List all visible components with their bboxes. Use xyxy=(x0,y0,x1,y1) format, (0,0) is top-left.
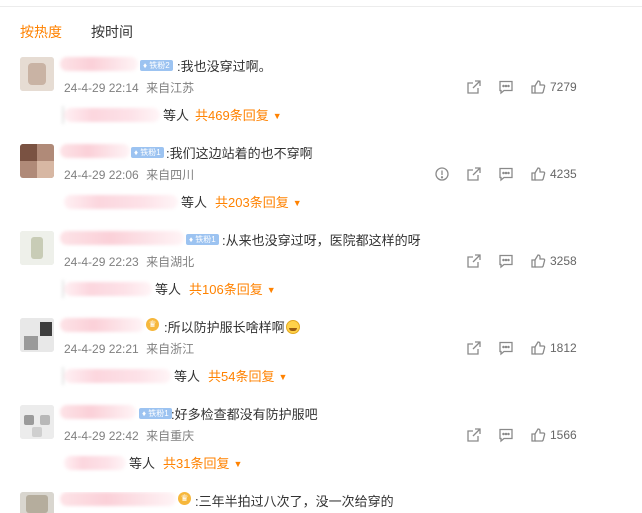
fan-badge[interactable]: ♦ 铁粉2 xyxy=(140,60,173,71)
tab-sort-by-time[interactable]: 按时间 xyxy=(91,22,133,42)
comment-actions: 7279 xyxy=(380,79,620,95)
report-icon[interactable] xyxy=(434,166,450,182)
comment-time: 24-4-29 22:21 xyxy=(64,342,139,356)
caret-down-icon: ▼ xyxy=(233,459,243,469)
like-count: 7279 xyxy=(550,80,577,94)
like-icon[interactable] xyxy=(530,340,546,356)
comment-location: 来自四川 xyxy=(146,168,195,182)
replier-blurred xyxy=(62,367,171,385)
caret-down-icon: ▼ xyxy=(278,372,288,382)
view-replies-link[interactable]: 共106条回复 ▼ xyxy=(189,279,276,298)
comment-location: 来自江苏 xyxy=(146,81,195,95)
crown-badge-icon[interactable]: ♛ xyxy=(146,318,159,331)
comment-text: :三年半拍过八次了，没一次给穿的 xyxy=(195,494,394,509)
top-divider xyxy=(0,6,642,7)
like-icon[interactable] xyxy=(530,253,546,269)
reply-suffix: 等人 xyxy=(174,369,201,384)
like-icon[interactable] xyxy=(530,166,546,182)
username-blurred[interactable] xyxy=(60,57,138,71)
like-icon[interactable] xyxy=(530,427,546,443)
comment-item: ♦ 铁粉1 :我们这边站着的也不穿啊 24-4-29 22:06 来自四川 42… xyxy=(0,144,642,228)
like-icon[interactable] xyxy=(530,79,546,95)
comment-time: 24-4-29 22:14 xyxy=(64,81,139,95)
comment-time: 24-4-29 22:23 xyxy=(64,255,139,269)
comment-text: :我们这边站着的也不穿啊 xyxy=(166,146,313,161)
comment-actions: 1812 xyxy=(380,340,620,356)
caret-down-icon: ▼ xyxy=(266,285,276,295)
fan-badge[interactable]: ♦ 铁粉1 xyxy=(131,147,164,158)
fan-badge[interactable]: ♦ 铁粉1 xyxy=(139,408,172,419)
comment-time: 24-4-29 22:42 xyxy=(64,429,139,443)
comment-meta: 24-4-29 22:42 来自重庆 xyxy=(64,427,198,444)
comment-actions: 4235 xyxy=(380,166,620,182)
view-replies-link[interactable]: 共203条回复 ▼ xyxy=(215,192,302,211)
comment-location: 来自湖北 xyxy=(146,255,195,269)
comment-text: :从来也没穿过呀，医院都这样的呀 xyxy=(222,233,421,248)
share-icon[interactable] xyxy=(466,340,482,356)
comment-meta: 24-4-29 22:21 来自浙江 xyxy=(64,340,198,357)
comment-item: ♦ 铁粉1 :从来也没穿过呀，医院都这样的呀 24-4-29 22:23 来自湖… xyxy=(0,231,642,315)
view-replies-link[interactable]: 共31条回复 ▼ xyxy=(163,453,242,472)
comment-text: :好多检查都没有防护服吧 xyxy=(171,407,318,422)
comment-item: ♛ :三年半拍过八次了，没一次给穿的 xyxy=(0,492,642,513)
tab-sort-by-hot[interactable]: 按热度 xyxy=(20,22,62,42)
reply-suffix: 等人 xyxy=(181,195,208,210)
replier-blurred xyxy=(62,106,160,124)
caret-down-icon: ▼ xyxy=(292,198,302,208)
avatar[interactable] xyxy=(20,144,54,178)
username-blurred[interactable] xyxy=(60,318,144,332)
like-count: 3258 xyxy=(550,254,577,268)
comment-location: 来自浙江 xyxy=(146,342,195,356)
comment-actions: 1566 xyxy=(380,427,620,443)
comment-item: ♦ 铁粉2 :我也没穿过啊。 24-4-29 22:14 来自江苏 7279 等… xyxy=(0,57,642,141)
share-icon[interactable] xyxy=(466,79,482,95)
comment-item: ♛ :所以防护服长啥样啊 24-4-29 22:21 来自浙江 1812 等人 … xyxy=(0,318,642,402)
reply-suffix: 等人 xyxy=(163,108,190,123)
comment-item: ♦ 铁粉1 :好多检查都没有防护服吧 24-4-29 22:42 来自重庆 15… xyxy=(0,405,642,489)
username-blurred[interactable] xyxy=(60,492,176,506)
comment-icon[interactable] xyxy=(498,340,514,356)
share-icon[interactable] xyxy=(466,253,482,269)
share-icon[interactable] xyxy=(466,166,482,182)
view-replies-link[interactable]: 共54条回复 ▼ xyxy=(208,366,287,385)
like-count: 1812 xyxy=(550,341,577,355)
comment-meta: 24-4-29 22:14 来自江苏 xyxy=(64,79,198,96)
fan-badge[interactable]: ♦ 铁粉1 xyxy=(186,234,219,245)
comment-actions: 3258 xyxy=(380,253,620,269)
comment-location: 来自重庆 xyxy=(146,429,195,443)
like-count: 1566 xyxy=(550,428,577,442)
comment-icon[interactable] xyxy=(498,427,514,443)
avatar[interactable] xyxy=(20,231,54,265)
caret-down-icon: ▼ xyxy=(272,111,282,121)
comment-text: :所以防护服长啥样啊 xyxy=(164,317,300,336)
replier-blurred xyxy=(64,456,126,470)
like-count: 4235 xyxy=(550,167,577,181)
comment-icon[interactable] xyxy=(498,253,514,269)
comment-time: 24-4-29 22:06 xyxy=(64,168,139,182)
comment-meta: 24-4-29 22:06 来自四川 xyxy=(64,166,198,183)
avatar[interactable] xyxy=(20,57,54,91)
username-blurred[interactable] xyxy=(60,231,184,245)
avatar[interactable] xyxy=(20,318,54,352)
avatar[interactable] xyxy=(20,405,54,439)
laugh-cry-emoji-icon xyxy=(285,320,300,334)
username-blurred[interactable] xyxy=(60,144,130,158)
comment-text: :我也没穿过啊。 xyxy=(177,59,272,74)
comment-icon[interactable] xyxy=(498,79,514,95)
username-blurred[interactable] xyxy=(60,405,136,419)
crown-badge-icon[interactable]: ♛ xyxy=(178,492,191,505)
replier-blurred xyxy=(64,195,178,209)
reply-suffix: 等人 xyxy=(129,456,156,471)
replier-blurred xyxy=(62,280,152,298)
avatar[interactable] xyxy=(20,492,54,513)
share-icon[interactable] xyxy=(466,427,482,443)
comment-meta: 24-4-29 22:23 来自湖北 xyxy=(64,253,198,270)
reply-suffix: 等人 xyxy=(155,282,182,297)
comment-icon[interactable] xyxy=(498,166,514,182)
view-replies-link[interactable]: 共469条回复 ▼ xyxy=(195,105,282,124)
